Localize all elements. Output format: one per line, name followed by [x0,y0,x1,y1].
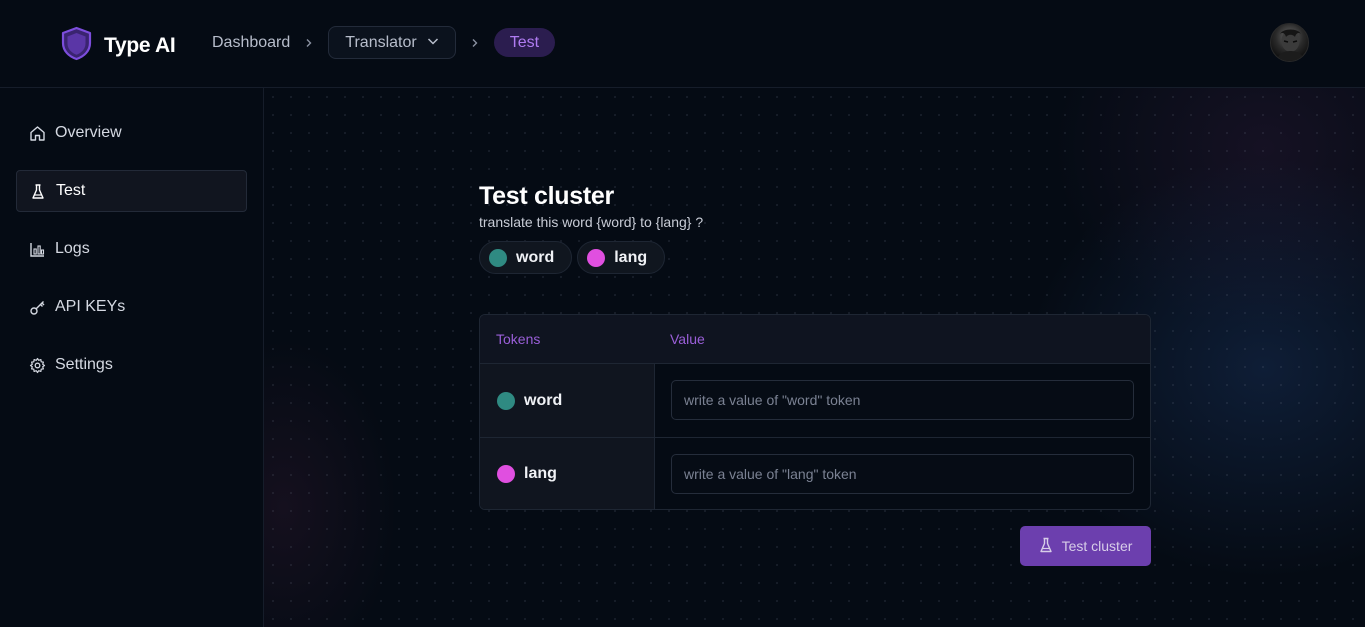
user-avatar[interactable] [1270,23,1309,62]
table-row: word [480,364,1150,437]
token-color-dot [489,248,507,267]
token-chip-label: lang [614,248,648,266]
token-color-dot [497,391,515,410]
column-header-tokens: Tokens [496,331,541,347]
app-name: Type AI [104,34,176,57]
sidebar-item-label: Test [56,182,86,199]
sidebar-item-label: Overview [55,124,122,141]
sidebar: Overview Test Logs API KEYs Settings [0,88,264,627]
sidebar-item-settings[interactable]: Settings [16,344,247,386]
main-content: Test cluster translate this word {word} … [264,88,1365,627]
token-chips: word lang [479,241,666,274]
sidebar-item-label: API KEYs [55,298,126,315]
sidebar-item-label: Logs [55,240,90,257]
brand[interactable]: Type AI [60,26,176,66]
token-chip-lang[interactable]: lang [577,241,666,274]
sidebar-item-label: Settings [55,356,113,373]
token-cell: lang [480,438,655,509]
token-color-dot [497,465,515,483]
sidebar-item-logs[interactable]: Logs [16,228,247,270]
flask-icon [29,182,47,200]
sidebar-item-overview[interactable]: Overview [16,112,247,154]
column-header-value: Value [670,331,705,347]
chevron-right-icon [304,38,314,48]
breadcrumb-dashboard[interactable]: Dashboard [212,34,290,52]
bar-chart-icon [28,240,46,258]
table-row: lang [480,437,1150,509]
token-color-dot [587,248,606,267]
token-name: lang [524,465,557,482]
key-icon [28,298,46,316]
flask-icon [1039,537,1053,556]
breadcrumb: Dashboard Translator Test [212,26,556,59]
token-name: word [524,391,563,409]
table-header: Tokens Value [480,315,1150,364]
test-cluster-button[interactable]: Test cluster [1020,526,1151,566]
project-select-label: Translator [345,33,417,51]
token-chip-word[interactable]: word [479,241,573,274]
gear-icon [28,356,46,374]
token-values-table: Tokens Value word lang [479,314,1151,510]
token-cell: word [480,364,655,437]
breadcrumb-current: Test [493,28,556,57]
shield-logo-icon [60,26,93,66]
sidebar-item-test[interactable]: Test [16,170,247,212]
top-bar: Type AI Dashboard Translator Test [0,0,1365,88]
sidebar-item-api-keys[interactable]: API KEYs [16,286,247,328]
prompt-template: translate this word {word} to {lang} ? [479,214,704,230]
lang-value-input[interactable] [671,454,1134,494]
project-select[interactable]: Translator [328,26,456,59]
token-chip-label: word [516,248,555,266]
page-title: Test cluster [479,182,614,210]
test-cluster-button-label: Test cluster [1061,538,1133,554]
chevron-right-icon [470,38,480,48]
chevron-down-icon [427,34,439,52]
home-icon [28,124,46,142]
word-value-input[interactable] [671,380,1134,420]
